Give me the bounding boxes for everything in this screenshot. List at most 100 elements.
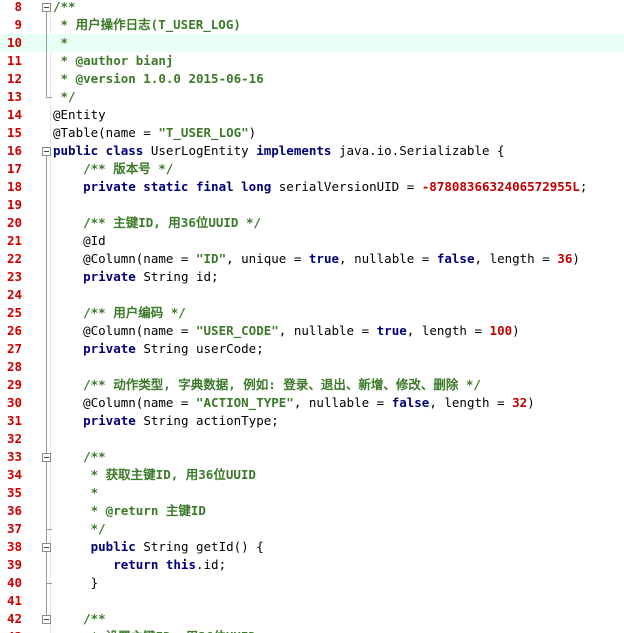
code-line[interactable]: 34 * 获取主键ID, 用36位UUID xyxy=(0,466,624,484)
code-token: true xyxy=(308,251,340,266)
code-token: , nullable = xyxy=(339,251,437,266)
code-token: , length = xyxy=(474,251,558,266)
code-token: private static final long xyxy=(53,179,279,194)
code-token: "USER_CODE" xyxy=(196,323,279,338)
code-line[interactable]: 36 * @return 主键ID xyxy=(0,502,624,520)
code-line[interactable]: 42 /** xyxy=(0,610,624,628)
line-number: 27 xyxy=(6,341,22,356)
line-number: 20 xyxy=(6,215,22,230)
code-line[interactable]: 24 xyxy=(0,286,624,304)
code-line[interactable]: 11 * @author bianj xyxy=(0,52,624,70)
code-line[interactable]: 20 /** 主键ID, 用36位UUID */ xyxy=(0,214,624,232)
code-line[interactable]: 43 * 设置主键ID, 用36位UUID xyxy=(0,628,624,633)
code-line[interactable]: 8 /** xyxy=(0,0,624,16)
code-text: private String id; xyxy=(53,268,219,286)
code-text: /** 动作类型, 字典数据, 例如: 登录、退出、新增、修改、删除 */ xyxy=(53,376,481,394)
code-token: String actionType; xyxy=(143,413,279,428)
line-number: 43 xyxy=(0,628,22,633)
code-token: String getId() { xyxy=(143,539,264,554)
code-line[interactable]: 16 public class UserLogEntity implements … xyxy=(0,142,624,160)
code-line[interactable]: 12 * @version 1.0.0 2015-06-16 xyxy=(0,70,624,88)
code-line[interactable]: 30 @Column(name = "ACTION_TYPE", nullabl… xyxy=(0,394,624,412)
line-number: 16 xyxy=(6,143,22,158)
line-number: 24 xyxy=(6,287,22,302)
code-line[interactable]: 23 private String id; xyxy=(0,268,624,286)
code-line[interactable]: 38 public String getId() { xyxy=(0,538,624,556)
code-line[interactable]: 33 /** xyxy=(0,448,624,466)
code-text: } xyxy=(53,574,99,592)
line-number: 9 xyxy=(14,17,22,32)
line-number: 31 xyxy=(6,413,22,428)
code-token: String id; xyxy=(143,269,219,284)
code-token: * 获取主键ID, 用36位UUID xyxy=(53,467,256,482)
code-text: @Column(name = "ID", unique = true, null… xyxy=(53,250,580,268)
line-number: 33 xyxy=(6,449,22,464)
code-text: * 设置主键ID, 用36位UUID xyxy=(53,628,256,633)
code-editor[interactable]: 8/** 9 * 用户操作日志(T_USER_LOG) 10 * 11 * @auth… xyxy=(0,0,624,633)
code-line[interactable]: 41 xyxy=(0,592,624,610)
code-token: private xyxy=(53,269,144,284)
fold-toggle-icon[interactable] xyxy=(42,3,51,12)
code-token: * 设置主键ID, 用36位UUID xyxy=(53,629,256,633)
code-text: /** xyxy=(53,610,106,628)
code-line[interactable]: 17 /** 版本号 */ xyxy=(0,160,624,178)
fold-end-marker xyxy=(46,529,52,530)
code-text: private static final long serialVersionU… xyxy=(53,178,587,196)
code-text: */ xyxy=(53,520,106,538)
code-line[interactable]: 39 return this.id; xyxy=(0,556,624,574)
code-token: serialVersionUID = xyxy=(278,179,422,194)
code-text: @Id xyxy=(53,232,106,250)
code-token: /** 版本号 */ xyxy=(53,161,174,176)
line-number: 10 xyxy=(6,35,22,50)
line-number: 38 xyxy=(6,539,22,554)
code-line[interactable]: 37 */ xyxy=(0,520,624,538)
fold-toggle-icon[interactable] xyxy=(42,615,51,624)
code-text: /** 用户编码 */ xyxy=(53,304,186,322)
code-token: ; xyxy=(579,179,588,194)
code-token: * xyxy=(53,35,69,50)
code-token: /** xyxy=(53,449,106,464)
code-text: */ xyxy=(53,88,76,106)
code-token: 36 xyxy=(557,251,573,266)
code-token: public class xyxy=(53,143,151,158)
code-line[interactable]: 31 private String actionType; xyxy=(0,412,624,430)
code-line[interactable]: 25 /** 用户编码 */ xyxy=(0,304,624,322)
line-number: 28 xyxy=(6,359,22,374)
code-line[interactable]: 15 @Table(name = "T_USER_LOG") xyxy=(0,124,624,142)
code-line[interactable]: 35 * xyxy=(0,484,624,502)
code-text: public class UserLogEntity implements ja… xyxy=(53,142,505,160)
code-line[interactable]: 29 /** 动作类型, 字典数据, 例如: 登录、退出、新增、修改、删除 */ xyxy=(0,376,624,394)
line-number: 32 xyxy=(6,431,22,446)
code-line[interactable]: 13 */ xyxy=(0,88,624,106)
code-token: 32 xyxy=(512,395,528,410)
code-line[interactable]: 19 xyxy=(0,196,624,214)
code-line[interactable]: 21 @Id xyxy=(0,232,624,250)
code-line[interactable]: 28 xyxy=(0,358,624,376)
code-line[interactable]: 32 xyxy=(0,430,624,448)
code-text: * 获取主键ID, 用36位UUID xyxy=(53,466,256,484)
line-number: 15 xyxy=(6,125,22,140)
code-token: java.io.Serializable { xyxy=(339,143,505,158)
code-line[interactable]: 9 * 用户操作日志(T_USER_LOG) xyxy=(0,16,624,34)
code-line[interactable]: 22 @Column(name = "ID", unique = true, n… xyxy=(0,250,624,268)
fold-toggle-icon[interactable] xyxy=(42,147,51,156)
line-number: 39 xyxy=(6,557,22,572)
code-token: * 用户操作日志(T_USER_LOG) xyxy=(53,17,241,32)
code-token: /** 主键ID, 用36位UUID */ xyxy=(53,215,262,230)
code-line[interactable]: 18 private static final long serialVersi… xyxy=(0,178,624,196)
code-text: return this.id; xyxy=(53,556,226,574)
code-line[interactable]: 40 } xyxy=(0,574,624,592)
code-line[interactable]: 10 * xyxy=(0,34,624,52)
line-number: 22 xyxy=(6,251,22,266)
fold-toggle-icon[interactable] xyxy=(42,543,51,552)
code-line[interactable]: 27 private String userCode; xyxy=(0,340,624,358)
code-token: false xyxy=(391,395,430,410)
code-line[interactable]: 14 @Entity xyxy=(0,106,624,124)
code-text: * @author bianj xyxy=(53,52,174,70)
code-token: } xyxy=(53,575,99,590)
code-token: private xyxy=(53,413,144,428)
fold-toggle-icon[interactable] xyxy=(42,453,51,462)
code-text: /** 主键ID, 用36位UUID */ xyxy=(53,214,261,232)
code-line[interactable]: 26 @Column(name = "USER_CODE", nullable … xyxy=(0,322,624,340)
code-token: String userCode; xyxy=(143,341,264,356)
